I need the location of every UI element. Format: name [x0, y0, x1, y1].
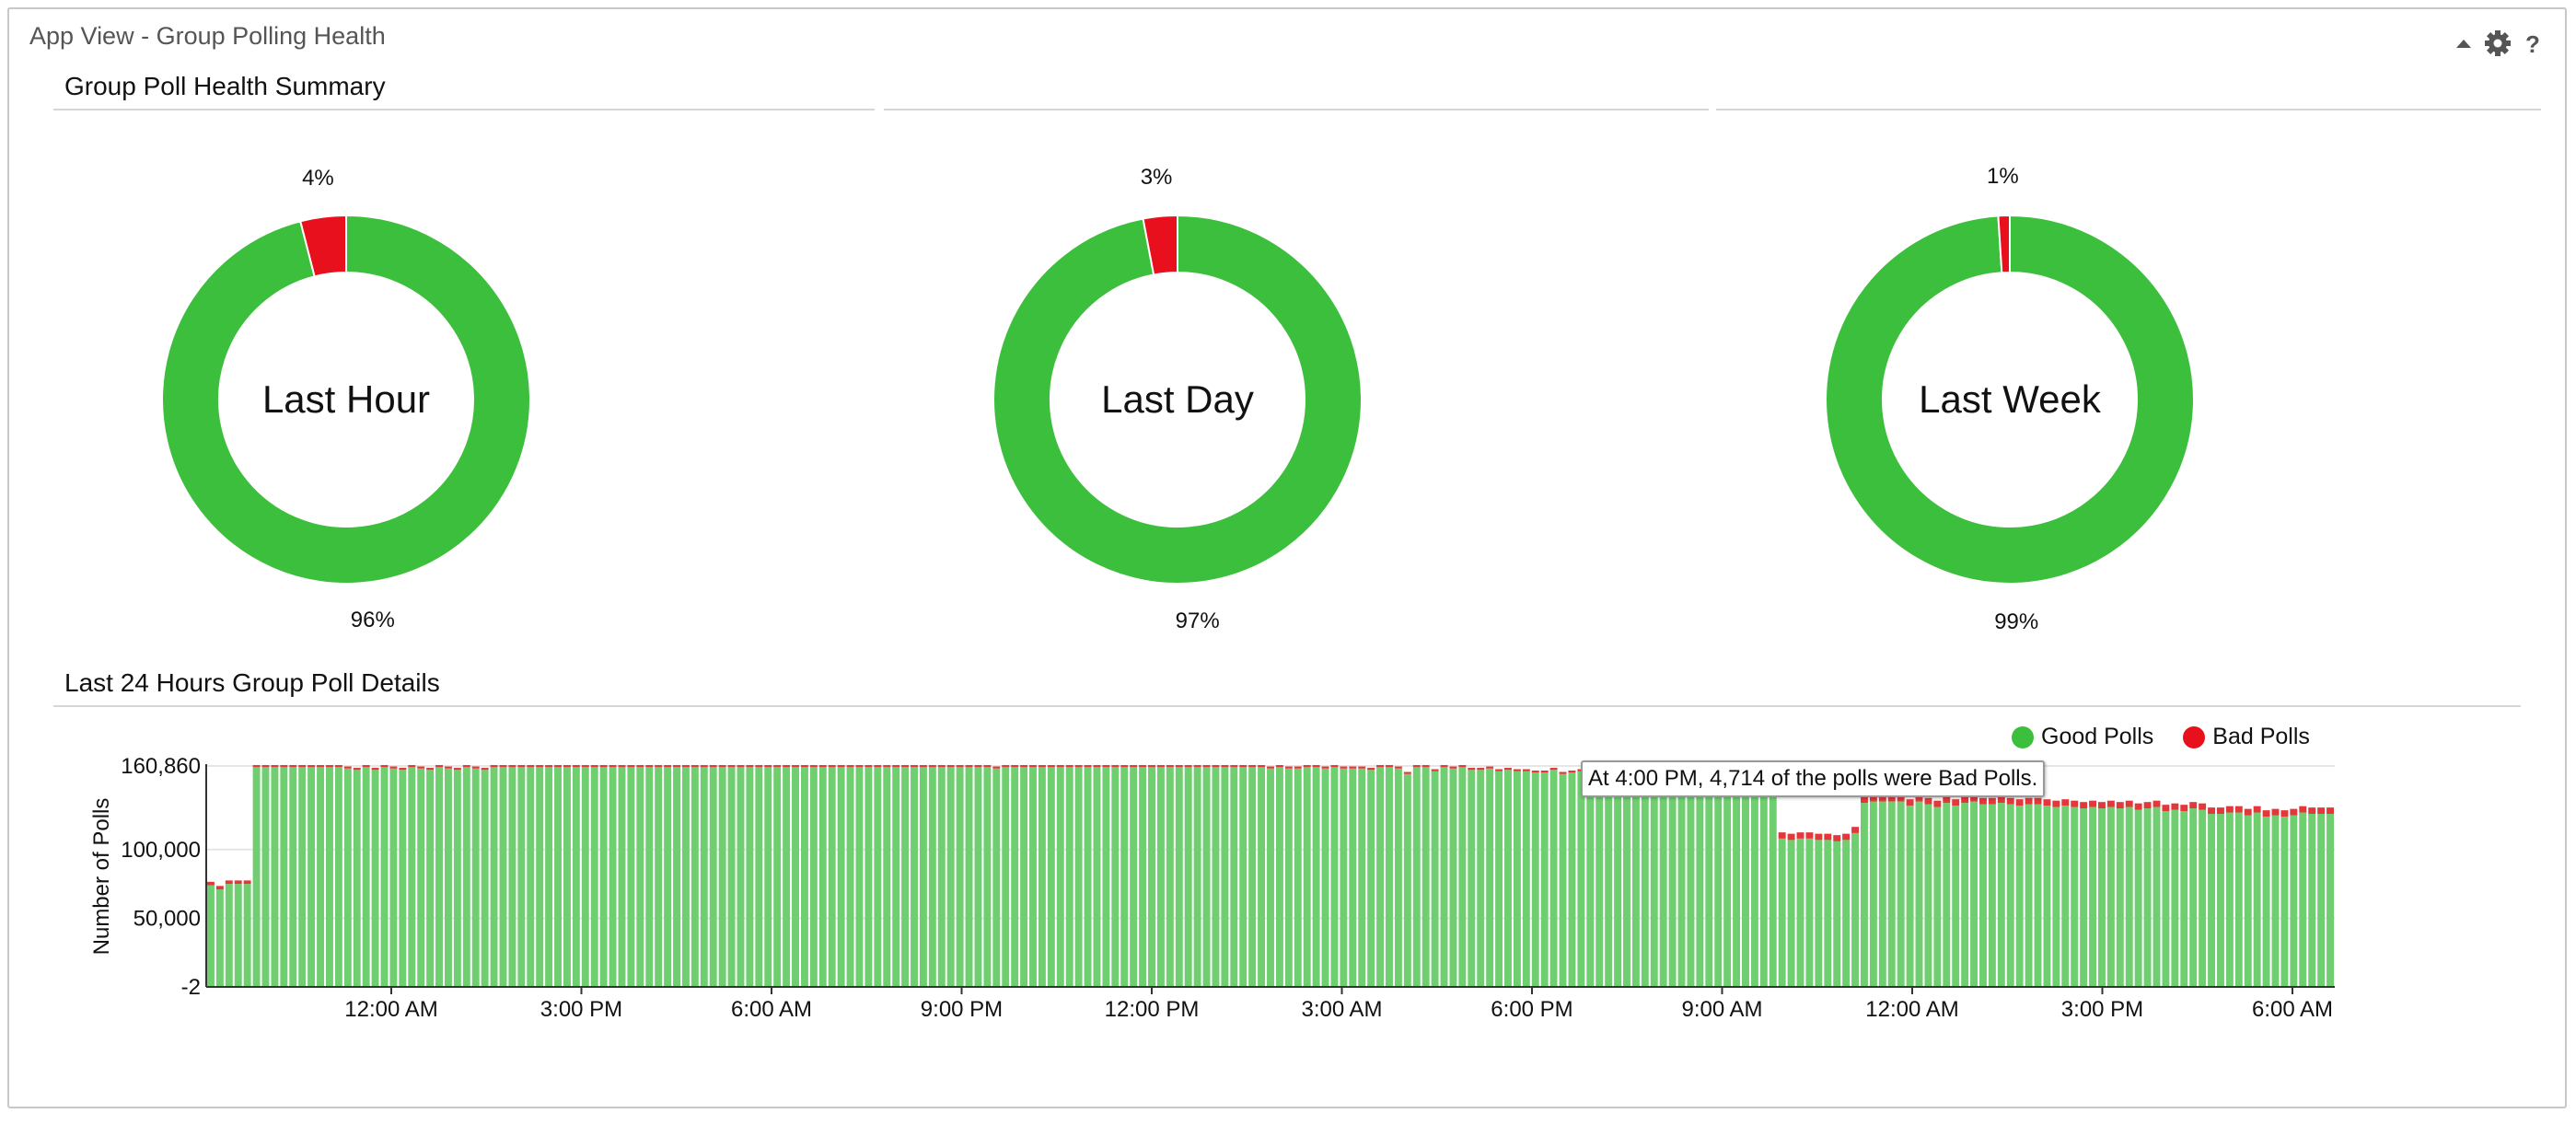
donut-center-label: Last Day: [1101, 377, 1254, 421]
donut-bad-percent: 1%: [1986, 164, 2019, 190]
legend-good-polls[interactable]: Good Polls: [2012, 724, 2153, 750]
bad-polls-swatch: [2183, 725, 2206, 748]
donut-good-percent: 99%: [1994, 609, 2039, 634]
donut-good-percent: 97%: [1175, 608, 1220, 633]
legend-good-label: Good Polls: [2041, 724, 2154, 749]
legend-bad-polls[interactable]: Bad Polls: [2183, 724, 2310, 750]
chart-legend: Good Polls Bad Polls: [2012, 724, 2330, 750]
good-polls-swatch: [2012, 725, 2034, 748]
donut-center-label: Last Hour: [262, 377, 430, 421]
donut-bad-percent: 3%: [1140, 165, 1173, 191]
details-divider: [53, 705, 2521, 707]
donut-center-label: Last Week: [1919, 377, 2102, 421]
details-title: Last 24 Hours Group Poll Details: [64, 668, 440, 697]
donut-good-percent: 96%: [350, 608, 395, 633]
donut-bad-percent: 4%: [302, 165, 334, 191]
legend-bad-label: Bad Polls: [2212, 724, 2310, 749]
bar-tooltip: At 4:00 PM, 4,714 of the polls were Bad …: [1581, 760, 2046, 797]
donut-svg: Last Hour Last Day Last Week: [161, 214, 2195, 585]
